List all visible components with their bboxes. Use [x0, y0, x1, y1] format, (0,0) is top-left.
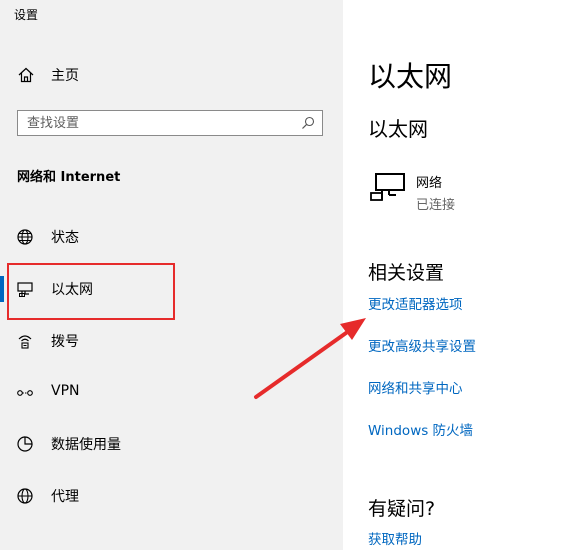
sidebar-item-status[interactable]: 状态 — [0, 214, 343, 260]
ethernet-network-icon[interactable] — [369, 172, 407, 202]
sidebar-item-label: 状态 — [51, 230, 79, 246]
nav-home[interactable]: 主页 — [0, 58, 343, 92]
vpn-icon — [17, 390, 33, 396]
sidebar-item-label: 拨号 — [51, 334, 79, 350]
sidebar-item-dialup[interactable]: 拨号 — [0, 318, 343, 364]
link-get-help[interactable]: 获取帮助 — [368, 528, 422, 548]
dialup-icon — [18, 335, 32, 349]
main-content: 以太网 以太网 网络 已连接 相关设置 更改适配器选项 更改高级共享设置 网络和… — [343, 0, 578, 550]
proxy-globe-icon — [17, 488, 33, 504]
related-settings-title: 相关设置 — [368, 262, 445, 284]
sidebar-item-label: 代理 — [51, 489, 79, 505]
sidebar: 设置 主页 网络和 Internet 状态 以太网 — [0, 0, 343, 550]
sidebar-item-data-usage[interactable]: 数据使用量 — [0, 421, 343, 467]
search-box[interactable] — [17, 110, 323, 136]
selected-indicator — [0, 276, 4, 302]
link-windows-firewall[interactable]: Windows 防火墙 — [368, 419, 473, 439]
window-title: 设置 — [14, 8, 39, 22]
data-usage-icon — [17, 436, 33, 452]
link-advanced-sharing-settings[interactable]: 更改高级共享设置 — [368, 335, 476, 355]
globe-status-icon — [17, 229, 33, 245]
section-subtitle: 以太网 — [368, 117, 428, 141]
link-change-adapter-options[interactable]: 更改适配器选项 — [368, 293, 463, 313]
home-icon — [18, 67, 34, 83]
network-status: 已连接 — [416, 198, 456, 213]
link-network-sharing-center[interactable]: 网络和共享中心 — [368, 377, 463, 397]
page-title: 以太网 — [368, 60, 453, 93]
sidebar-item-label: 数据使用量 — [51, 437, 121, 453]
ethernet-icon — [17, 282, 33, 297]
faq-title: 有疑问? — [368, 498, 436, 520]
sidebar-item-proxy[interactable]: 代理 — [0, 473, 343, 519]
nav-home-label: 主页 — [51, 68, 79, 84]
sidebar-item-label: VPN — [51, 383, 80, 399]
section-title: 网络和 Internet — [17, 170, 121, 185]
sidebar-item-label: 以太网 — [51, 282, 93, 298]
sidebar-item-vpn[interactable]: VPN — [0, 370, 343, 416]
search-icon[interactable] — [301, 116, 315, 130]
sidebar-item-ethernet[interactable]: 以太网 — [0, 266, 343, 312]
search-input[interactable] — [18, 111, 297, 135]
network-name[interactable]: 网络 — [416, 172, 442, 191]
